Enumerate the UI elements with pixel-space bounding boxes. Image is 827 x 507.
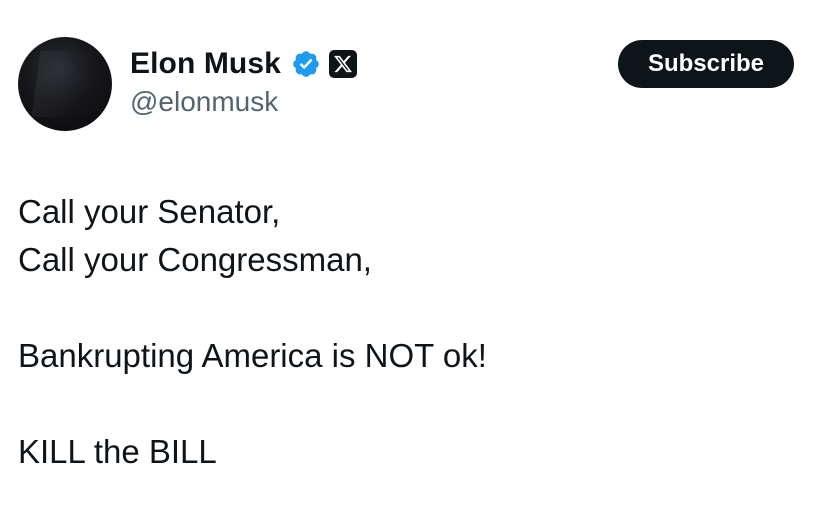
x-logo-icon[interactable] [328, 50, 357, 78]
tweet-line: Call your Senator, [18, 193, 281, 230]
verified-badge-icon[interactable] [291, 49, 321, 79]
tweet-line: KILL the BILL [18, 433, 217, 470]
author-avatar[interactable] [18, 37, 112, 131]
tweet-line: Call your Congressman, [18, 241, 372, 278]
avatar-shading [31, 51, 81, 117]
tweet-text: Call your Senator, Call your Congressman… [18, 188, 808, 476]
tweet-header: Elon Musk @elonmusk Subscribe [0, 0, 827, 150]
author-display-name[interactable]: Elon Musk [130, 47, 281, 81]
subscribe-button[interactable]: Subscribe [618, 40, 794, 88]
author-name-row: Elon Musk [130, 44, 357, 84]
author-handle[interactable]: @elonmusk [130, 86, 278, 118]
tweet-line: Bankrupting America is NOT ok! [18, 337, 487, 374]
